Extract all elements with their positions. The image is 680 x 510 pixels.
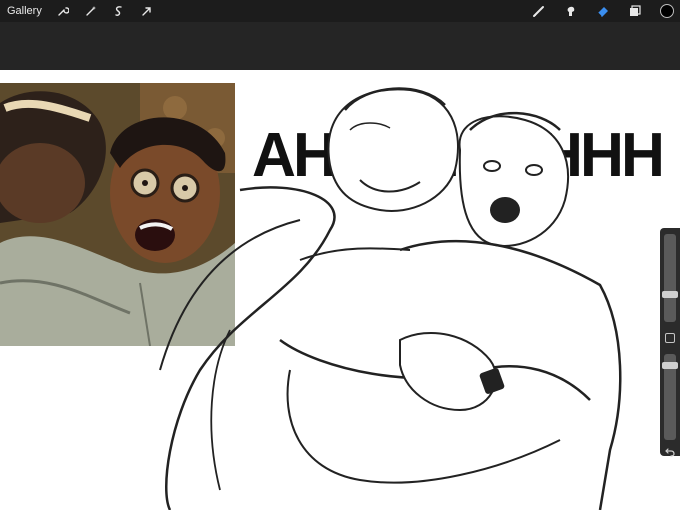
brush-icon[interactable] bbox=[530, 2, 548, 20]
sketch-layer: AHHHHHHHHH bbox=[159, 87, 665, 510]
magic-wand-icon[interactable] bbox=[82, 2, 100, 20]
eraser-icon[interactable] bbox=[594, 2, 612, 20]
wrench-icon[interactable] bbox=[54, 2, 72, 20]
undo-icon[interactable] bbox=[663, 446, 677, 458]
top-toolbar: Gallery bbox=[0, 0, 680, 22]
modify-button[interactable] bbox=[665, 333, 675, 343]
brush-opacity-slider[interactable] bbox=[662, 354, 678, 440]
gallery-button[interactable]: Gallery bbox=[7, 5, 42, 17]
brush-sidebar bbox=[660, 228, 680, 458]
color-picker-icon[interactable] bbox=[658, 2, 676, 20]
smudge-icon[interactable] bbox=[562, 2, 580, 20]
drawing-canvas[interactable]: AHHHHHHHHH bbox=[0, 70, 680, 510]
brush-size-thumb[interactable] bbox=[662, 290, 678, 298]
toolbar-spacer bbox=[0, 22, 680, 70]
brush-opacity-thumb[interactable] bbox=[662, 361, 678, 369]
layers-icon[interactable] bbox=[626, 2, 644, 20]
brush-size-slider[interactable] bbox=[662, 234, 678, 322]
selection-icon[interactable] bbox=[110, 2, 128, 20]
transform-arrow-icon[interactable] bbox=[138, 2, 156, 20]
